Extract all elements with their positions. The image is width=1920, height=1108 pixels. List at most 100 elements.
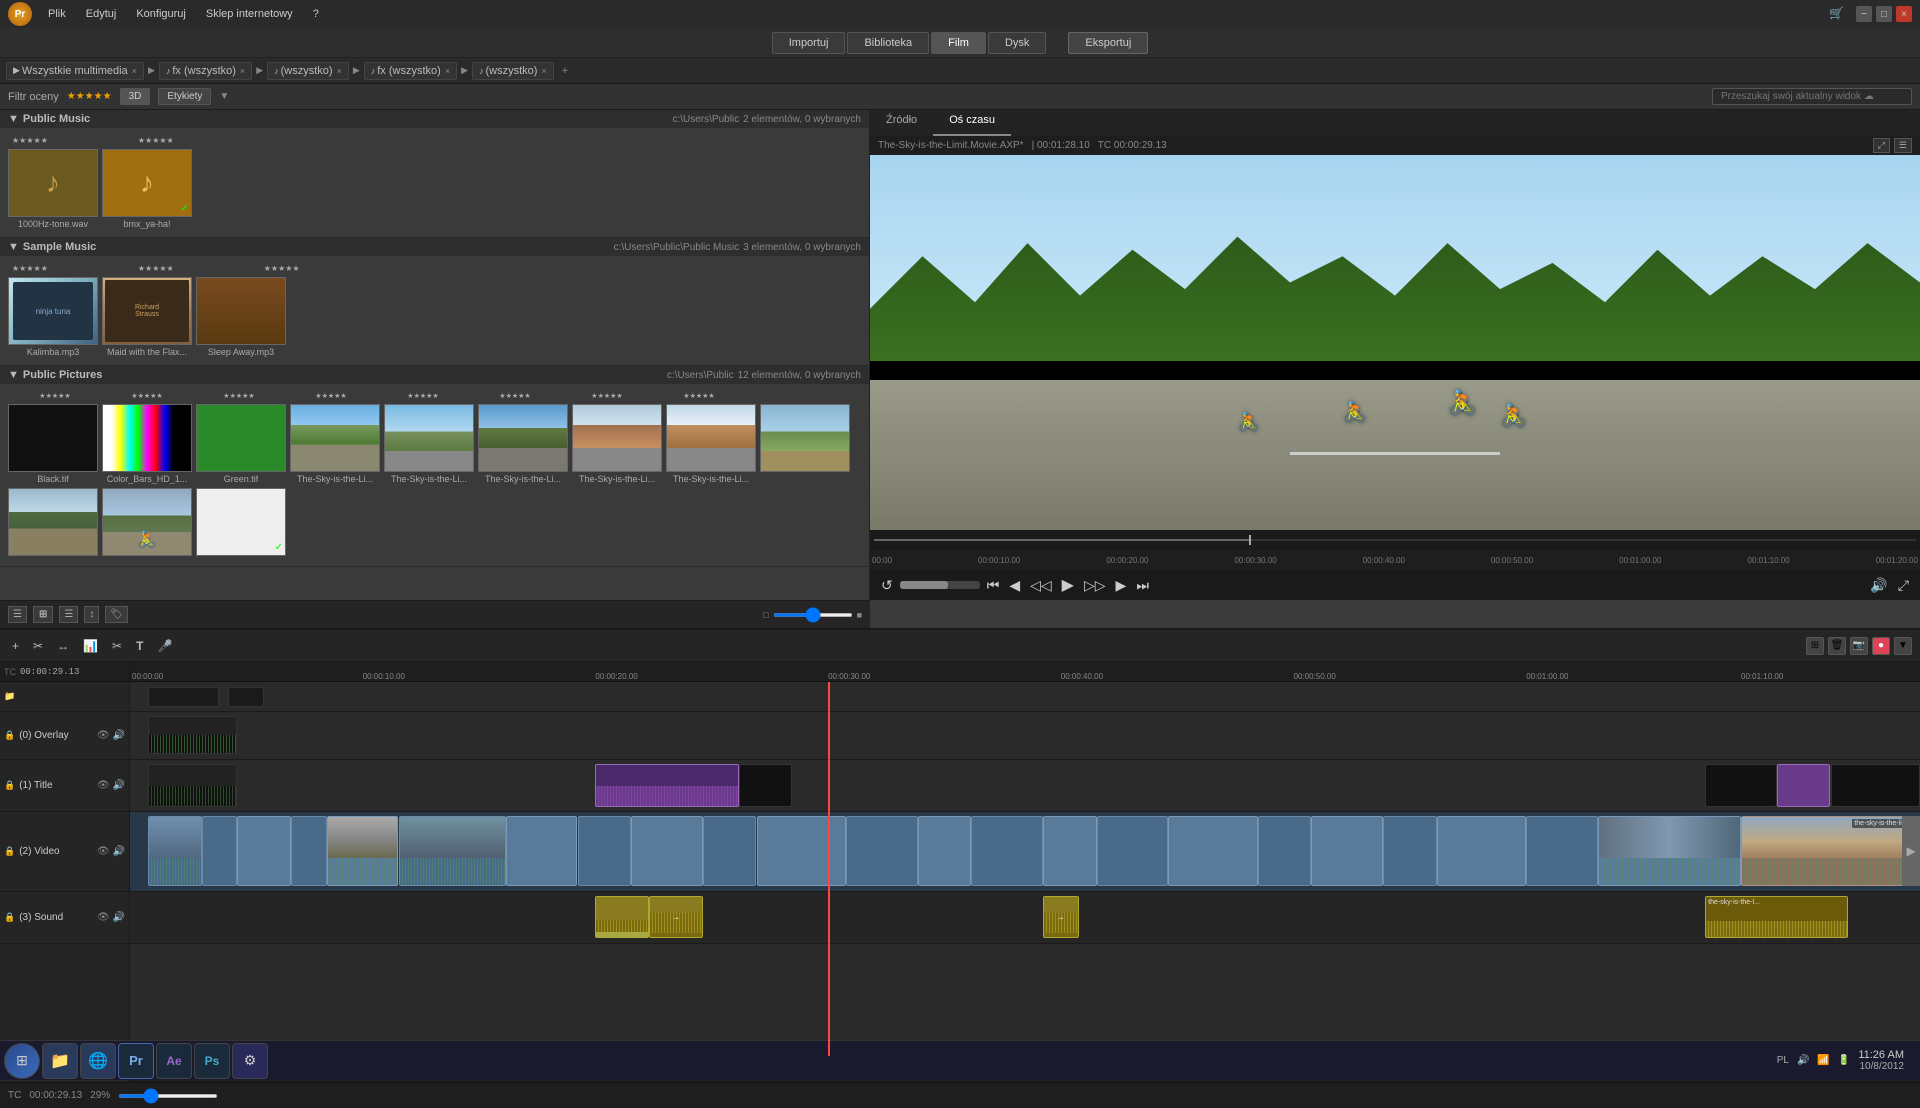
tl-text-button[interactable]: T	[132, 637, 147, 655]
loop-button[interactable]: ↺	[878, 577, 896, 594]
video-clip-16[interactable]	[1097, 816, 1169, 886]
next-button[interactable]: ▷▷	[1081, 577, 1109, 594]
media-item-sky2[interactable]: The-Sky-is-the-Li...	[384, 404, 474, 484]
tl-menu-button[interactable]: ▼	[1894, 637, 1912, 655]
media-item-bike1[interactable]	[760, 404, 850, 484]
video-clip-end-sky[interactable]: the-sky-is-the-limi...	[1741, 816, 1920, 886]
video-clip-19[interactable]	[1311, 816, 1383, 886]
lock-overlay[interactable]: 🔒	[4, 730, 15, 741]
video-clip-9[interactable]	[631, 816, 703, 886]
nav-close-5[interactable]: ×	[541, 66, 546, 76]
taskbar-volume-icon[interactable]: 🔊	[1797, 1055, 1809, 1066]
menu-file[interactable]: Plik	[44, 6, 70, 22]
search-input[interactable]	[1712, 88, 1912, 105]
media-item-kalimba[interactable]: ninja tuna Kalimba.mp3	[8, 277, 98, 357]
media-item-sky3[interactable]: The-Sky-is-the-Li...	[478, 404, 568, 484]
top-clip-1[interactable]	[148, 687, 220, 707]
media-item-bmx[interactable]: ♪ ✓ bmx_ya-ha!	[102, 149, 192, 229]
menu-help[interactable]: ?	[309, 6, 323, 22]
nav-add-button[interactable]: +	[558, 63, 572, 79]
overlay-eye-icon[interactable]: 👁	[97, 730, 110, 741]
preview-menu-button[interactable]: ☰	[1894, 138, 1912, 153]
sound-clip-3[interactable]: →	[1043, 896, 1079, 938]
tl-bar-chart-button[interactable]: 📊	[79, 637, 102, 655]
video-clip-4[interactable]	[291, 816, 327, 886]
zoom-slider[interactable]	[118, 1094, 218, 1098]
nav-close-4[interactable]: ×	[445, 66, 450, 76]
section-public-pictures-header[interactable]: ▼ Public Pictures c:\Users\Public 12 ele…	[0, 366, 869, 384]
video-clip-10[interactable]	[703, 816, 757, 886]
video-clip-20[interactable]	[1383, 816, 1437, 886]
tab-source[interactable]: Źródło	[870, 110, 933, 136]
video-clip-3[interactable]	[237, 816, 291, 886]
video-clip-22[interactable]	[1526, 816, 1598, 886]
tl-trash-button[interactable]: 🗑	[1828, 637, 1846, 655]
tl-camera-button[interactable]: 📷	[1850, 637, 1868, 655]
video-clip-end-1[interactable]	[1598, 816, 1741, 886]
tl-move-button[interactable]: ↔	[53, 637, 73, 655]
import-button[interactable]: Importuj	[772, 32, 846, 54]
sound-clip-end[interactable]: the-sky-is-the-l...	[1705, 896, 1848, 938]
close-button[interactable]: ×	[1896, 6, 1912, 22]
video-clip-14[interactable]	[971, 816, 1043, 886]
video-clip-21[interactable]	[1437, 816, 1527, 886]
taskbar-network-icon[interactable]: 📶	[1817, 1055, 1829, 1066]
title-clip-purple[interactable]	[595, 764, 738, 807]
video-clip-15[interactable]	[1043, 816, 1097, 886]
video-audio-icon[interactable]: 🔊	[113, 846, 125, 857]
sound-audio-icon[interactable]: 🔊	[113, 912, 125, 923]
store-icon[interactable]: 🛒	[1829, 6, 1844, 22]
tl-color-button[interactable]: ●	[1872, 637, 1890, 655]
video-clip-5[interactable]	[327, 816, 399, 886]
video-clip-13[interactable]	[918, 816, 972, 886]
lock-sound[interactable]: 🔒	[4, 912, 15, 923]
menu-edit[interactable]: Edytuj	[82, 6, 121, 22]
nav-all-media[interactable]: ▶ Wszystkie multimedia ×	[6, 62, 144, 80]
overlay-audio-icon[interactable]: 🔊	[113, 730, 125, 741]
filter-3d-button[interactable]: 3D	[120, 88, 151, 105]
video-clip-6[interactable]	[399, 816, 506, 886]
title-clip-black-3[interactable]	[1705, 764, 1777, 807]
preview-expand-button[interactable]: ⤢	[1873, 138, 1890, 153]
nav-all-2[interactable]: ♪ (wszystko) ×	[267, 62, 349, 80]
nav-close-3[interactable]: ×	[337, 66, 342, 76]
top-clip-2[interactable]	[228, 687, 264, 707]
export-button[interactable]: Eksportuj	[1068, 32, 1148, 54]
media-tag-button[interactable]: 🏷	[105, 606, 128, 623]
media-item-bike2[interactable]	[8, 488, 98, 558]
skip-end-button[interactable]: ⏭	[1133, 577, 1152, 594]
maximize-button[interactable]: □	[1876, 6, 1892, 22]
taskbar-ae[interactable]: Ae	[156, 1043, 192, 1079]
media-item-sky5[interactable]: The-Sky-is-the-Li...	[666, 404, 756, 484]
preview-progress-bar[interactable]	[874, 539, 1916, 541]
video-clip-11[interactable]	[757, 816, 847, 886]
menu-configure[interactable]: Konfiguruj	[132, 6, 190, 22]
taskbar-settings[interactable]: ⚙	[232, 1043, 268, 1079]
fullscreen-button[interactable]: ⤢	[1895, 577, 1912, 594]
tab-timeline[interactable]: Oś czasu	[933, 110, 1011, 136]
media-item-sleep[interactable]: Sleep Away.mp3	[196, 277, 286, 357]
title-clip-purple-2[interactable]	[1777, 764, 1831, 807]
video-clip-12[interactable]	[846, 816, 918, 886]
media-item-sky1[interactable]: The-Sky-is-the-Li...	[290, 404, 380, 484]
nav-close-2[interactable]: ×	[240, 66, 245, 76]
prev-button[interactable]: ◁◁	[1027, 577, 1055, 594]
film-button[interactable]: Film	[931, 32, 986, 54]
thumb-size-slider[interactable]	[773, 613, 853, 617]
prev-frame-button[interactable]: ◀	[1006, 577, 1023, 594]
menu-store[interactable]: Sklep internetowy	[202, 6, 297, 22]
nav-fx-all-2[interactable]: ♪ fx (wszystko) ×	[364, 62, 457, 80]
taskbar-photoshop[interactable]: Ps	[194, 1043, 230, 1079]
filter-labels-button[interactable]: Etykiety	[158, 88, 211, 105]
media-list-view-button[interactable]: ☰	[59, 606, 78, 623]
disk-button[interactable]: Dysk	[988, 32, 1046, 54]
sound-eye-icon[interactable]: 👁	[97, 912, 110, 923]
video-eye-icon[interactable]: 👁	[97, 846, 110, 857]
audio-preview-button[interactable]: 🔊	[1867, 577, 1890, 594]
skip-start-button[interactable]: ⏮	[984, 577, 1003, 594]
media-item-maid[interactable]: Richard Strauss Maid with the Flax...	[102, 277, 192, 357]
taskbar-chrome[interactable]: 🌐	[80, 1043, 116, 1079]
minimize-button[interactable]: −	[1856, 6, 1872, 22]
media-item-colorbars[interactable]: Color_Bars_HD_1...	[102, 404, 192, 484]
video-clip-18[interactable]	[1258, 816, 1312, 886]
